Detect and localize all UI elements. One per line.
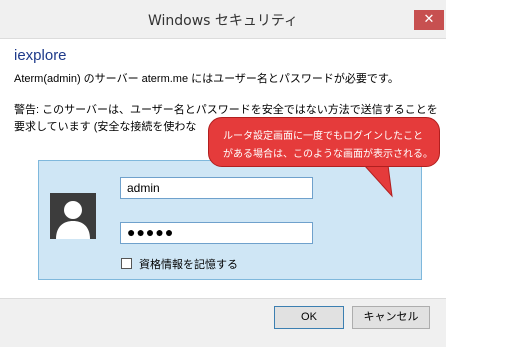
annotation-callout: ルータ設定画面に一度でもログインしたこと がある場合は、このような画面が表示され… <box>208 117 440 167</box>
ok-button[interactable]: OK <box>274 306 344 329</box>
close-icon: ✕ <box>423 12 435 27</box>
annotation-line-2: がある場合は、このような画面が表示される。 <box>223 149 433 160</box>
window-title: Windows セキュリティ <box>147 13 299 29</box>
security-dialog: Windows セキュリティ ✕ iexplore Aterm(admin) の… <box>0 0 446 347</box>
close-button[interactable]: ✕ <box>414 10 444 30</box>
title-bar: Windows セキュリティ ✕ <box>0 0 446 39</box>
user-silhouette-icon <box>50 193 96 239</box>
cancel-button[interactable]: キャンセル <box>352 306 430 329</box>
remember-checkbox[interactable] <box>121 258 132 269</box>
password-input[interactable]: ●●●●● <box>120 222 313 244</box>
annotation-line-1: ルータ設定画面に一度でもログインしたこと <box>223 131 423 142</box>
remember-label: 資格情報を記憶する <box>139 259 238 271</box>
app-name: iexplore <box>14 47 67 64</box>
warning-line-1: 警告: このサーバーは、ユーザー名とパスワードを安全ではない方法で送信することを <box>14 104 438 116</box>
username-input[interactable]: admin <box>120 177 313 199</box>
server-message: Aterm(admin) のサーバー aterm.me にはユーザー名とパスワー… <box>14 73 399 85</box>
warning-line-2: 要求しています (安全な接続を使わな <box>14 121 197 133</box>
